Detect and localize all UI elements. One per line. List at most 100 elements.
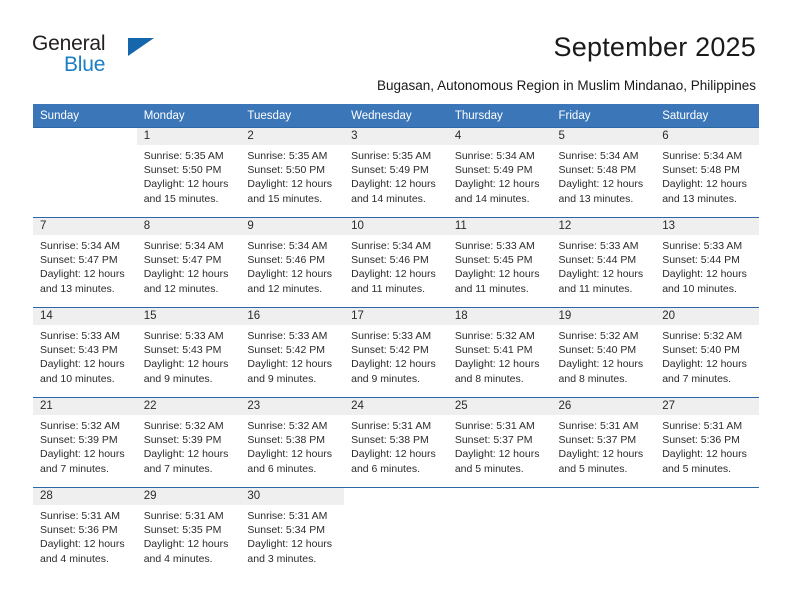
daylight-text-line1: Daylight: 12 hours — [143, 268, 229, 281]
daylight-text-line2: and 8 minutes. — [454, 372, 524, 385]
calendar-day-cell[interactable]: 24 Sunrise: 5:31 AM Sunset: 5:38 PM Dayligh… — [344, 397, 448, 488]
sunset-text: Sunset: 5:42 PM — [247, 344, 326, 357]
calendar-day-cell[interactable]: 27 Sunrise: 5:31 AM Sunset: 5:36 PM Dayligh… — [655, 397, 759, 488]
calendar-day-cell[interactable]: 10 Sunrise: 5:34 AM Sunset: 5:46 PM Dayligh… — [344, 217, 448, 308]
daylight-text-line2: and 9 minutes. — [143, 372, 213, 385]
daylight-text-line2: and 11 minutes. — [351, 282, 426, 295]
calendar-day-cell[interactable]: 15 Sunrise: 5:33 AM Sunset: 5:43 PM Dayligh… — [136, 307, 241, 398]
calendar-day-cell[interactable]: 23 Sunrise: 5:32 AM Sunset: 5:38 PM Dayligh… — [240, 397, 345, 488]
daylight-text-line2: and 3 minutes. — [247, 552, 317, 565]
day-number: 27 — [655, 398, 759, 415]
calendar-body: 1 Sunrise: 5:35 AM Sunset: 5:50 PM Daylight… — [33, 127, 759, 577]
calendar-day-cell[interactable]: 22 Sunrise: 5:32 AM Sunset: 5:39 PM Dayligh… — [136, 397, 241, 488]
day-details: Sunrise: 5:34 AM Sunset: 5:48 PM Daylight:… — [655, 145, 759, 206]
calendar-day-cell[interactable]: 11 Sunrise: 5:33 AM Sunset: 5:45 PM Dayligh… — [447, 217, 552, 308]
day-number: 1 — [136, 128, 241, 145]
calendar-day-cell[interactable]: 2 Sunrise: 5:35 AM Sunset: 5:50 PM Daylight… — [240, 127, 345, 218]
calendar-week-row: 28 Sunrise: 5:31 AM Sunset: 5:36 PM Dayligh… — [33, 487, 759, 577]
sunrise-text: Sunrise: 5:32 AM — [454, 330, 535, 342]
sunrise-text: Sunrise: 5:31 AM — [662, 420, 743, 432]
calendar-day-cell[interactable]: 19 Sunrise: 5:32 AM Sunset: 5:40 PM Dayligh… — [551, 307, 656, 398]
calendar-day-cell[interactable]: 21 Sunrise: 5:32 AM Sunset: 5:39 PM Dayligh… — [33, 397, 137, 488]
sunset-text: Sunset: 5:45 PM — [454, 254, 533, 267]
day-details: Sunrise: 5:34 AM Sunset: 5:47 PM Daylight:… — [33, 235, 137, 296]
daylight-text-line1: Daylight: 12 hours — [143, 358, 229, 371]
weekday-header-wednesday: Wednesday — [344, 104, 448, 128]
calendar-day-cell[interactable]: 20 Sunrise: 5:32 AM Sunset: 5:40 PM Dayligh… — [655, 307, 759, 398]
calendar-day-cell[interactable]: 8 Sunrise: 5:34 AM Sunset: 5:47 PM Daylight… — [136, 217, 241, 308]
calendar-day-cell-empty — [344, 487, 448, 577]
daylight-text-line2: and 6 minutes. — [247, 462, 317, 475]
day-details: Sunrise: 5:33 AM Sunset: 5:43 PM Daylight:… — [33, 325, 137, 386]
daylight-text-line2: and 15 minutes. — [143, 192, 219, 205]
sunset-text: Sunset: 5:50 PM — [247, 164, 326, 177]
day-number: 4 — [447, 128, 552, 145]
daylight-text-line1: Daylight: 12 hours — [351, 178, 436, 191]
page-title: September 2025 — [553, 32, 756, 62]
day-number: 10 — [344, 218, 448, 235]
calendar-day-cell[interactable]: 14 Sunrise: 5:33 AM Sunset: 5:43 PM Dayligh… — [33, 307, 137, 398]
calendar-day-cell[interactable]: 3 Sunrise: 5:35 AM Sunset: 5:49 PM Daylight… — [344, 127, 448, 218]
calendar-week-row: 7 Sunrise: 5:34 AM Sunset: 5:47 PM Daylight… — [33, 217, 759, 308]
daylight-text-line1: Daylight: 12 hours — [351, 448, 436, 461]
calendar-day-cell[interactable]: 30 Sunrise: 5:31 AM Sunset: 5:34 PM Dayligh… — [240, 487, 345, 577]
daylight-text-line1: Daylight: 12 hours — [558, 358, 644, 371]
general-blue-logo: General Blue — [32, 33, 182, 79]
sunrise-text: Sunrise: 5:34 AM — [454, 150, 535, 162]
daylight-text-line1: Daylight: 12 hours — [558, 448, 644, 461]
calendar-week-row: 21 Sunrise: 5:32 AM Sunset: 5:39 PM Dayligh… — [33, 397, 759, 488]
sunrise-text: Sunrise: 5:35 AM — [247, 150, 328, 162]
calendar-day-cell[interactable]: 29 Sunrise: 5:31 AM Sunset: 5:35 PM Dayligh… — [136, 487, 241, 577]
sunset-text: Sunset: 5:49 PM — [351, 164, 429, 177]
weekday-header-thursday: Thursday — [447, 104, 552, 128]
day-details: Sunrise: 5:32 AM Sunset: 5:38 PM Daylight:… — [240, 415, 344, 476]
calendar-day-cell[interactable]: 1 Sunrise: 5:35 AM Sunset: 5:50 PM Daylight… — [136, 127, 241, 218]
sunset-text: Sunset: 5:38 PM — [351, 434, 429, 447]
calendar-day-cell[interactable]: 17 Sunrise: 5:33 AM Sunset: 5:42 PM Dayligh… — [344, 307, 448, 398]
calendar-day-cell[interactable]: 4 Sunrise: 5:34 AM Sunset: 5:49 PM Daylight… — [447, 127, 552, 218]
day-number: 24 — [344, 398, 448, 415]
sunset-text: Sunset: 5:35 PM — [143, 524, 222, 537]
weekday-header-row: Sunday Monday Tuesday Wednesday Thursday… — [33, 104, 759, 128]
calendar-day-cell[interactable]: 16 Sunrise: 5:33 AM Sunset: 5:42 PM Dayligh… — [240, 307, 345, 398]
day-details: Sunrise: 5:35 AM Sunset: 5:50 PM Daylight:… — [240, 145, 344, 206]
calendar-day-cell[interactable]: 9 Sunrise: 5:34 AM Sunset: 5:46 PM Daylight… — [240, 217, 345, 308]
calendar-day-cell[interactable]: 25 Sunrise: 5:31 AM Sunset: 5:37 PM Dayligh… — [447, 397, 552, 488]
calendar-day-cell[interactable]: 7 Sunrise: 5:34 AM Sunset: 5:47 PM Daylight… — [33, 217, 137, 308]
day-number: 13 — [655, 218, 759, 235]
day-details: Sunrise: 5:31 AM Sunset: 5:34 PM Daylight:… — [240, 505, 344, 566]
calendar-day-cell[interactable]: 5 Sunrise: 5:34 AM Sunset: 5:48 PM Daylight… — [551, 127, 656, 218]
sunset-text: Sunset: 5:43 PM — [40, 344, 118, 357]
sunrise-text: Sunrise: 5:34 AM — [558, 150, 639, 162]
logo-triangle-icon — [128, 38, 154, 56]
daylight-text-line1: Daylight: 12 hours — [247, 358, 333, 371]
sunset-text: Sunset: 5:43 PM — [143, 344, 222, 357]
calendar-day-cell[interactable]: 6 Sunrise: 5:34 AM Sunset: 5:48 PM Daylight… — [655, 127, 759, 218]
sunrise-text: Sunrise: 5:34 AM — [40, 240, 120, 252]
day-number: 20 — [655, 308, 759, 325]
day-details: Sunrise: 5:33 AM Sunset: 5:43 PM Daylight:… — [137, 325, 241, 386]
calendar-day-cell[interactable]: 28 Sunrise: 5:31 AM Sunset: 5:36 PM Dayligh… — [33, 487, 137, 577]
calendar-day-cell[interactable]: 13 Sunrise: 5:33 AM Sunset: 5:44 PM Dayligh… — [655, 217, 759, 308]
sunset-text: Sunset: 5:38 PM — [247, 434, 326, 447]
calendar-day-cell[interactable]: 26 Sunrise: 5:31 AM Sunset: 5:37 PM Dayligh… — [551, 397, 656, 488]
day-number: 26 — [551, 398, 656, 415]
calendar-day-cell[interactable]: 12 Sunrise: 5:33 AM Sunset: 5:44 PM Dayligh… — [551, 217, 656, 308]
sunrise-text: Sunrise: 5:34 AM — [351, 240, 432, 252]
daylight-text-line1: Daylight: 12 hours — [558, 268, 644, 281]
daylight-text-line1: Daylight: 12 hours — [662, 448, 747, 461]
day-number: 6 — [655, 128, 759, 145]
sunset-text: Sunset: 5:39 PM — [143, 434, 222, 447]
sunrise-text: Sunrise: 5:33 AM — [662, 240, 743, 252]
daylight-text-line1: Daylight: 12 hours — [454, 178, 540, 191]
day-number: 7 — [33, 218, 137, 235]
daylight-text-line2: and 10 minutes. — [662, 282, 737, 295]
day-details: Sunrise: 5:34 AM Sunset: 5:49 PM Daylight:… — [448, 145, 552, 206]
sunrise-text: Sunrise: 5:34 AM — [143, 240, 224, 252]
day-number — [344, 488, 448, 505]
day-number: 15 — [136, 308, 241, 325]
daylight-text-line1: Daylight: 12 hours — [662, 358, 747, 371]
day-number: 9 — [240, 218, 345, 235]
daylight-text-line1: Daylight: 12 hours — [40, 268, 125, 281]
calendar-day-cell[interactable]: 18 Sunrise: 5:32 AM Sunset: 5:41 PM Dayligh… — [447, 307, 552, 398]
